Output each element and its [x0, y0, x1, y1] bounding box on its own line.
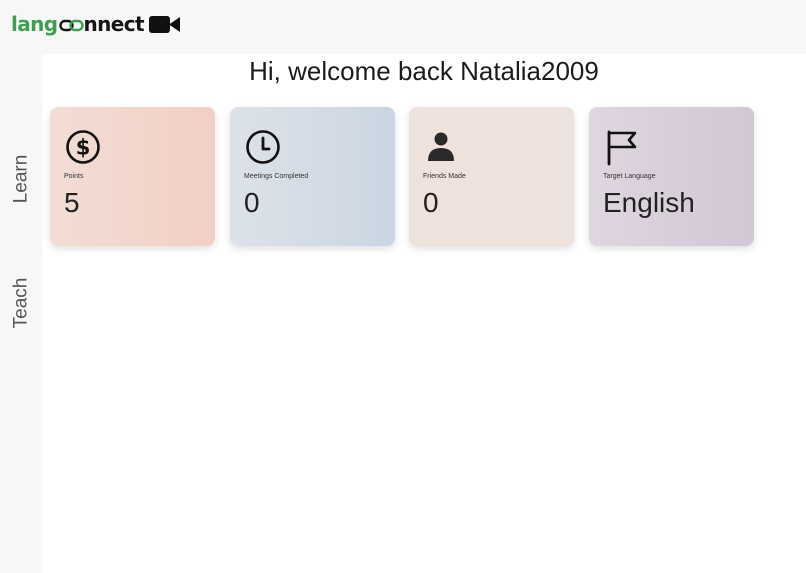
sidebar: Learn Teach — [0, 54, 42, 573]
card-label: Points — [64, 173, 84, 180]
clock-icon — [246, 130, 280, 164]
logo-text-nnect: nnect — [83, 12, 145, 36]
sidebar-item-label: Learn — [10, 154, 32, 204]
card-value: 0 — [244, 187, 260, 218]
page-title: Hi, welcome back Natalia2009 — [249, 56, 599, 86]
logo-text-lang: lang — [11, 12, 58, 36]
language-card[interactable]: Target Language English — [589, 107, 754, 246]
dollar-icon: $ — [66, 130, 100, 164]
card-label: Friends Made — [423, 173, 466, 180]
meetings-card[interactable]: Meetings Completed 0 — [230, 107, 395, 246]
flag-icon — [607, 130, 637, 166]
points-card[interactable]: $ Points 5 — [50, 107, 215, 246]
video-camera-icon[interactable] — [149, 15, 180, 34]
card-value: 0 — [423, 187, 439, 218]
sidebar-item-teach[interactable]: Teach — [0, 268, 42, 338]
person-icon — [428, 132, 454, 161]
chain-link-icon — [58, 19, 84, 31]
top-header: lang nnect — [0, 0, 806, 54]
sidebar-item-label: Teach — [10, 277, 32, 329]
card-value: English — [603, 187, 695, 218]
card-value: 5 — [64, 187, 80, 218]
svg-text:$: $ — [76, 136, 91, 160]
app-root: lang nnect Learn Teach Hi, welcome back … — [0, 0, 806, 573]
main-content: Hi, welcome back Natalia2009 $ Points 5 … — [42, 54, 806, 573]
card-label: Meetings Completed — [244, 173, 309, 180]
app-logo[interactable]: lang nnect — [11, 12, 145, 36]
sidebar-item-learn[interactable]: Learn — [0, 144, 42, 214]
card-label: Target Language — [603, 173, 656, 180]
friends-card[interactable]: Friends Made 0 — [409, 107, 574, 246]
